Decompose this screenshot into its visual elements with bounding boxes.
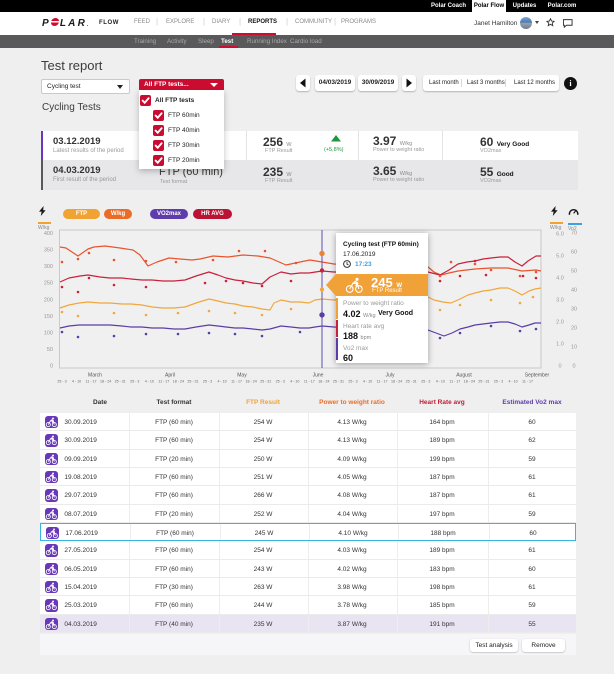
svg-text:April: April [165,373,175,379]
svg-text:May: May [237,373,247,379]
svg-text:11 - 17: 11 - 17 [304,380,315,384]
svg-text:25 - 3: 25 - 3 [494,380,503,384]
svg-text:July: July [386,373,395,379]
svg-text:25 - 3: 25 - 3 [57,380,66,384]
svg-text:11 - 17: 11 - 17 [377,380,388,384]
svg-text:0: 0 [572,364,575,370]
svg-text:10: 10 [571,345,577,351]
svg-text:18 - 24: 18 - 24 [173,380,184,384]
svg-text:60: 60 [571,250,577,256]
svg-text:0: 0 [50,364,53,370]
svg-text:March: March [88,373,102,379]
svg-text:400: 400 [44,231,53,237]
svg-text:0: 0 [558,364,561,370]
svg-text:25 - 31: 25 - 31 [406,380,417,384]
svg-text:4 - 10: 4 - 10 [363,380,372,384]
svg-text:25 - 31: 25 - 31 [115,380,126,384]
svg-text:5.0: 5.0 [556,254,564,260]
svg-text:25 - 31: 25 - 31 [333,380,344,384]
svg-text:11 - 17: 11 - 17 [86,380,97,384]
svg-text:4 - 10: 4 - 10 [508,380,517,384]
svg-text:September: September [525,373,550,379]
svg-text:300: 300 [44,264,53,270]
svg-text:18 - 24: 18 - 24 [464,380,475,384]
svg-text:25 - 3: 25 - 3 [130,380,139,384]
svg-text:50: 50 [47,347,53,353]
svg-text:25 - 31: 25 - 31 [187,380,198,384]
svg-text:20: 20 [571,326,577,332]
svg-text:1.0: 1.0 [556,342,564,348]
svg-text:June: June [313,373,324,379]
svg-text:18 - 24: 18 - 24 [100,380,111,384]
svg-text:2.0: 2.0 [556,320,564,326]
svg-text:11 - 17: 11 - 17 [158,380,169,384]
svg-text:August: August [456,373,472,379]
svg-text:25 - 3: 25 - 3 [421,380,430,384]
svg-text:11 - 17: 11 - 17 [522,380,533,384]
svg-text:4 - 10: 4 - 10 [436,380,445,384]
svg-text:18 - 24: 18 - 24 [318,380,329,384]
svg-text:30: 30 [571,307,577,313]
svg-text:100: 100 [44,330,53,336]
svg-text:25 - 31: 25 - 31 [260,380,271,384]
svg-text:25 - 3: 25 - 3 [276,380,285,384]
svg-text:50: 50 [571,269,577,275]
svg-text:25 - 3: 25 - 3 [348,380,357,384]
svg-text:3.0: 3.0 [556,298,564,304]
svg-text:6.0: 6.0 [556,232,564,238]
svg-text:25 - 3: 25 - 3 [203,380,212,384]
svg-text:250: 250 [44,281,53,287]
svg-text:18 - 24: 18 - 24 [246,380,257,384]
svg-text:25 - 31: 25 - 31 [478,380,489,384]
svg-text:4 - 10: 4 - 10 [217,380,226,384]
svg-text:11 - 17: 11 - 17 [449,380,460,384]
svg-text:4 - 10: 4 - 10 [290,380,299,384]
svg-text:150: 150 [44,314,53,320]
svg-text:18 - 24: 18 - 24 [391,380,402,384]
svg-text:4.0: 4.0 [556,276,564,282]
svg-text:200: 200 [44,297,53,303]
svg-text:4 - 10: 4 - 10 [72,380,81,384]
svg-text:11 - 17: 11 - 17 [231,380,242,384]
svg-text:350: 350 [44,248,53,254]
svg-text:4 - 10: 4 - 10 [145,380,154,384]
svg-text:40: 40 [571,288,577,294]
